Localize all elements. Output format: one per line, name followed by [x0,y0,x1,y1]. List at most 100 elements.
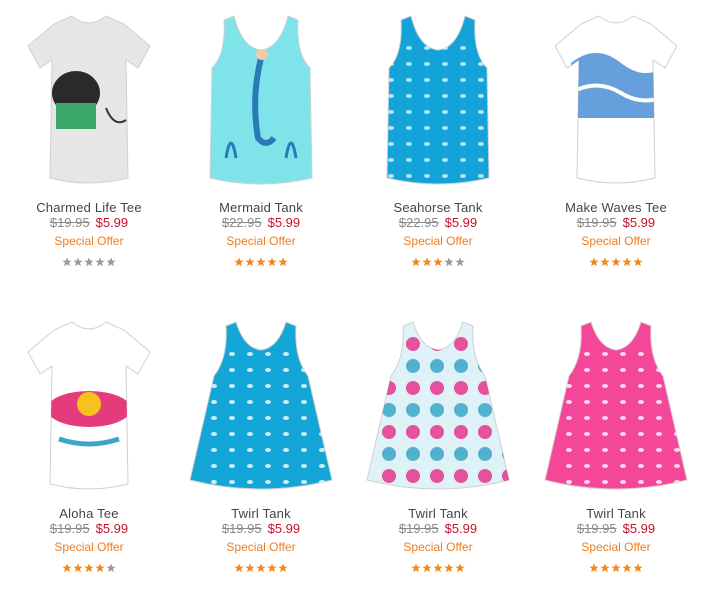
star-icon [589,563,599,573]
sale-price: $5.99 [267,521,301,536]
product-image[interactable] [14,314,164,498]
star-icon [245,563,255,573]
product-card[interactable]: Make Waves Tee $19.95 $5.99 Special Offer [527,0,705,285]
product-name[interactable]: Twirl Tank [349,506,527,521]
star-icon [106,257,116,267]
product-name[interactable]: Charmed Life Tee [0,200,178,215]
rating-stars [172,254,350,267]
product-image[interactable] [186,314,336,498]
special-offer-link[interactable]: Special Offer [527,540,705,554]
star-icon [278,563,288,573]
sale-price: $5.99 [95,521,129,536]
product-card[interactable]: Twirl Tank $19.95 $5.99 Special Offer [172,306,350,591]
product-grid: Charmed Life Tee $19.95 $5.99 Special Off… [0,0,709,583]
star-icon [267,563,277,573]
product-name[interactable]: Seahorse Tank [349,200,527,215]
rating-stars [527,254,705,267]
star-icon [589,257,599,267]
product-card[interactable]: Charmed Life Tee $19.95 $5.99 Special Off… [0,0,178,285]
sale-price: $5.99 [622,521,656,536]
original-price: $22.95 [221,215,262,230]
original-price: $19.95 [49,521,90,536]
product-card[interactable]: Mermaid Tank $22.95 $5.99 Special Offer [172,0,350,285]
star-icon [84,563,94,573]
original-price: $19.95 [49,215,90,230]
rating-stars [349,560,527,573]
star-icon [455,257,465,267]
special-offer-link[interactable]: Special Offer [349,540,527,554]
product-price: $19.95 $5.99 [527,215,705,230]
rating-stars [527,560,705,573]
special-offer-link[interactable]: Special Offer [172,540,350,554]
star-icon [611,563,621,573]
rating-stars [0,560,178,573]
star-icon [278,257,288,267]
special-offer-link[interactable]: Special Offer [0,234,178,248]
original-price: $19.95 [398,521,439,536]
star-icon [422,257,432,267]
sale-price: $5.99 [267,215,301,230]
sale-price: $5.99 [95,215,129,230]
star-icon [84,257,94,267]
product-price: $19.95 $5.99 [0,215,178,230]
product-card[interactable]: Aloha Tee $19.95 $5.99 Special Offer [0,306,178,591]
product-name[interactable]: Make Waves Tee [527,200,705,215]
special-offer-link[interactable]: Special Offer [0,540,178,554]
product-price: $19.95 $5.99 [0,521,178,536]
original-price: $19.95 [576,215,617,230]
special-offer-link[interactable]: Special Offer [349,234,527,248]
star-icon [256,563,266,573]
sale-price: $5.99 [622,215,656,230]
star-icon [444,257,454,267]
star-icon [62,563,72,573]
star-icon [256,257,266,267]
star-icon [622,563,632,573]
product-price: $22.95 $5.99 [349,215,527,230]
star-icon [455,563,465,573]
special-offer-link[interactable]: Special Offer [172,234,350,248]
rating-stars [349,254,527,267]
star-icon [422,563,432,573]
star-icon [611,257,621,267]
star-icon [95,563,105,573]
star-icon [95,257,105,267]
product-price: $22.95 $5.99 [172,215,350,230]
product-image[interactable] [541,8,691,192]
product-price: $19.95 $5.99 [527,521,705,536]
star-icon [633,563,643,573]
product-card[interactable]: Twirl Tank $19.95 $5.99 Special Offer [349,306,527,591]
product-name[interactable]: Twirl Tank [527,506,705,521]
product-image[interactable] [186,8,336,192]
star-icon [433,257,443,267]
star-icon [73,563,83,573]
special-offer-link[interactable]: Special Offer [527,234,705,248]
star-icon [600,257,610,267]
star-icon [600,563,610,573]
star-icon [106,563,116,573]
product-card[interactable]: Seahorse Tank $22.95 $5.99 Special Offer [349,0,527,285]
original-price: $22.95 [398,215,439,230]
product-image[interactable] [363,8,513,192]
star-icon [622,257,632,267]
rating-stars [172,560,350,573]
star-icon [267,257,277,267]
star-icon [234,563,244,573]
product-card[interactable]: Twirl Tank $19.95 $5.99 Special Offer [527,306,705,591]
product-name[interactable]: Aloha Tee [0,506,178,521]
sale-price: $5.99 [444,215,478,230]
product-name[interactable]: Twirl Tank [172,506,350,521]
rating-stars [0,254,178,267]
original-price: $19.95 [221,521,262,536]
product-name[interactable]: Mermaid Tank [172,200,350,215]
product-image[interactable] [14,8,164,192]
star-icon [411,563,421,573]
star-icon [433,563,443,573]
product-image[interactable] [363,314,513,498]
product-image[interactable] [541,314,691,498]
star-icon [62,257,72,267]
star-icon [245,257,255,267]
star-icon [633,257,643,267]
star-icon [234,257,244,267]
star-icon [411,257,421,267]
original-price: $19.95 [576,521,617,536]
